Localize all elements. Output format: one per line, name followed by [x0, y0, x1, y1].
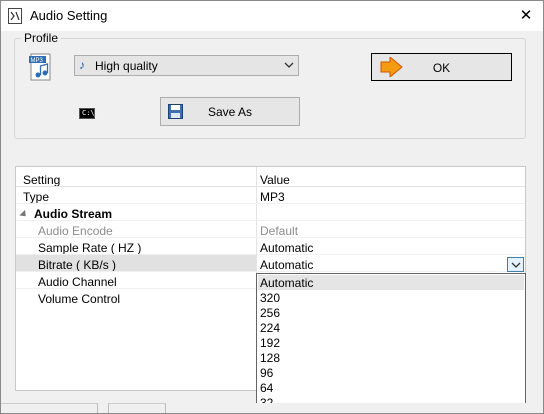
group-label: Audio Stream [34, 207, 113, 221]
audio-setting-dialog: Audio Setting ✕ Profile MP3 ♪ High quali… [0, 0, 544, 414]
setting-label: Volume Control [38, 292, 121, 306]
command-prompt-icon-text: C:\_ [82, 109, 99, 117]
dropdown-option[interactable]: 192 [258, 335, 524, 350]
chevron-down-icon [511, 262, 521, 268]
setting-label: Type [23, 190, 50, 204]
window-title: Audio Setting [30, 8, 108, 23]
chevron-down-icon [284, 62, 294, 68]
setting-value: Default [260, 224, 299, 238]
dropdown-option[interactable]: 96 [258, 365, 524, 380]
group-row-audio-stream[interactable]: Audio Stream [16, 204, 525, 221]
save-as-button[interactable]: Save As [160, 97, 300, 126]
dropdown-option[interactable]: 128 [258, 350, 524, 365]
app-icon [8, 8, 22, 24]
table-row[interactable]: Audio Encode Default [16, 221, 525, 238]
dropdown-option[interactable]: 224 [258, 320, 524, 335]
profile-legend: Profile [24, 31, 59, 45]
grid-header: Setting Value [16, 170, 525, 187]
ok-button[interactable]: OK [371, 53, 512, 81]
table-row[interactable]: Type MP3 [16, 187, 525, 204]
mp3-icon-text: MP3 [31, 58, 44, 64]
table-row[interactable]: Sample Rate ( HZ ) Automatic [16, 238, 525, 255]
ok-button-label: OK [432, 61, 451, 75]
save-as-label: Save As [207, 105, 253, 119]
table-row-bitrate[interactable]: Bitrate ( KB/s ) Automatic [16, 255, 525, 272]
setting-value: Automatic [260, 258, 314, 272]
close-button[interactable]: ✕ [513, 4, 539, 28]
setting-value: Automatic [260, 241, 314, 255]
header-value: Value [260, 173, 290, 187]
mp3-file-icon: MP3 [29, 53, 51, 81]
underlying-window-strip [1, 403, 543, 413]
profile-selected-value: High quality [95, 59, 158, 73]
bitrate-dropdown-button[interactable] [507, 257, 524, 272]
setting-label: Audio Channel [38, 275, 117, 289]
dropdown-option[interactable]: 320 [258, 290, 524, 305]
setting-label: Audio Encode [38, 224, 113, 238]
header-setting: Setting [23, 173, 61, 187]
dropdown-option[interactable]: Automatic [258, 275, 524, 290]
command-prompt-icon: C:\_ [79, 108, 99, 119]
music-note-icon: ♪ [79, 58, 85, 72]
setting-label: Sample Rate ( HZ ) [38, 241, 142, 255]
dropdown-option[interactable]: 64 [258, 380, 524, 395]
title-bar: Audio Setting ✕ [1, 1, 543, 31]
dropdown-option[interactable]: 256 [258, 305, 524, 320]
setting-value: MP3 [260, 190, 285, 204]
setting-label: Bitrate ( KB/s ) [38, 258, 117, 272]
bitrate-dropdown-list[interactable]: Automatic 320 256 224 192 128 96 64 32 [256, 273, 526, 411]
expand-triangle-icon[interactable] [19, 210, 29, 220]
profile-select[interactable]: ♪ High quality [74, 55, 299, 76]
